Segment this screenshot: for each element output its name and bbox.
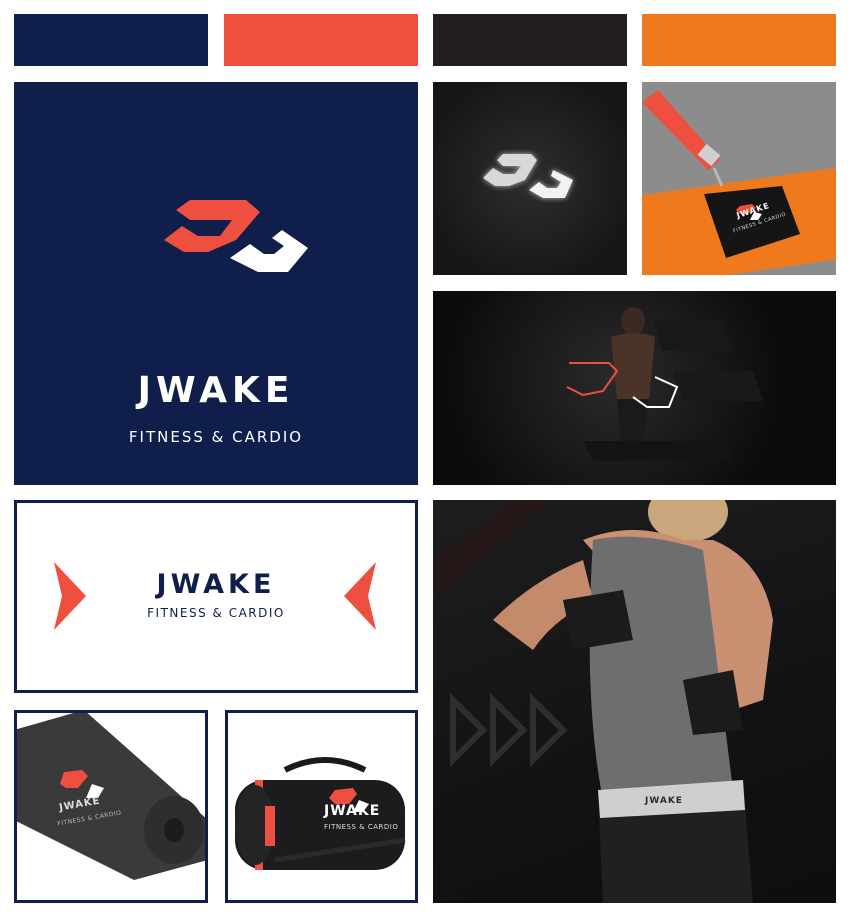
swatch-navy bbox=[14, 14, 208, 66]
badge-photo: JWAKE FITNESS & CARDIO bbox=[642, 82, 836, 275]
swatch-coral-red bbox=[224, 14, 418, 66]
gym-scene bbox=[566, 307, 763, 461]
logo-panel: JWAKE FITNESS & CARDIO bbox=[14, 82, 418, 485]
lanyard-badge bbox=[642, 90, 800, 258]
brand-wordmark: JWAKE bbox=[137, 370, 295, 411]
waistband-wordmark: JWAKE bbox=[645, 796, 683, 806]
logo-banner: JWAKE FITNESS & CARDIO bbox=[14, 500, 418, 693]
yoga-mat-photo: JWAKE FITNESS & CARDIO bbox=[14, 710, 208, 903]
banner-tagline: FITNESS & CARDIO bbox=[147, 606, 285, 620]
bag-tagline: FITNESS & CARDIO bbox=[324, 823, 399, 831]
athlete-apparel-photo: JWAKE bbox=[433, 500, 836, 903]
swatch-charcoal bbox=[433, 14, 627, 66]
gym-athlete-photo bbox=[433, 291, 836, 485]
jj-monogram-icon bbox=[164, 200, 308, 272]
signage-photo bbox=[433, 82, 627, 275]
swatch-orange bbox=[642, 14, 836, 66]
jj-monogram-icon bbox=[483, 154, 573, 198]
brand-tagline: FITNESS & CARDIO bbox=[128, 428, 304, 446]
duffel-bag bbox=[235, 757, 406, 870]
bag-wordmark: JWAKE bbox=[324, 803, 381, 819]
duffel-bag-photo: JWAKE FITNESS & CARDIO bbox=[225, 710, 418, 903]
banner-wordmark: JWAKE bbox=[156, 569, 276, 600]
athlete-scene bbox=[433, 500, 773, 903]
yoga-mat bbox=[17, 713, 205, 880]
